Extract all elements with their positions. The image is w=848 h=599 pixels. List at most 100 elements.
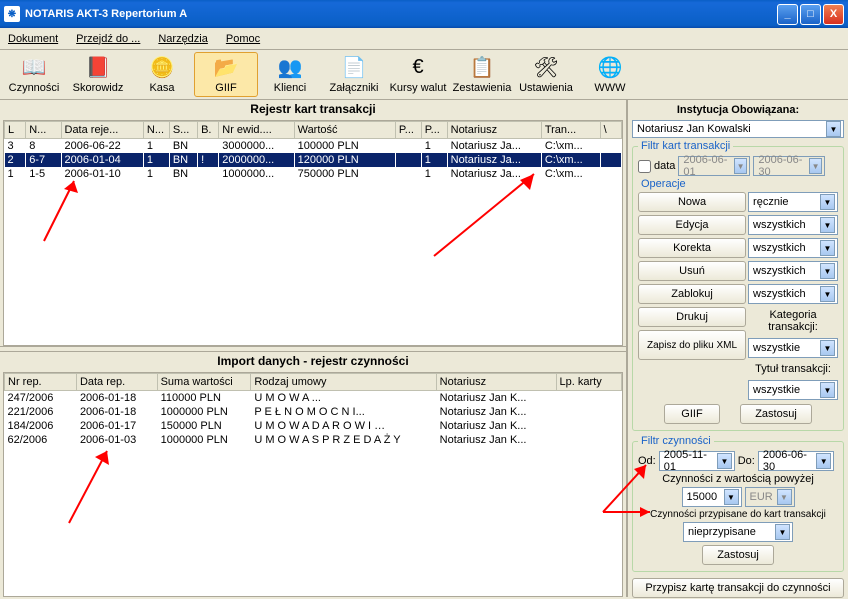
currency-select[interactable]: EUR▼ [745, 487, 795, 507]
załączniki-icon: 📄 [342, 56, 366, 80]
delete-button[interactable]: Usuń [638, 261, 746, 281]
title-label: Tytuł transakcji: [748, 363, 838, 375]
col-header[interactable]: Tran... [541, 122, 600, 139]
trans-filter-group: Filtr kart transakcji data 2006-06-01▼ 2… [632, 140, 844, 431]
col-header[interactable]: Notariusz [436, 373, 556, 390]
date-from[interactable]: 2006-06-01▼ [678, 156, 750, 176]
activity-filter-group: Filtr czynności Od: 2005-11-01▼ Do: 2006… [632, 435, 844, 572]
date-checkbox[interactable] [638, 160, 651, 173]
date-to[interactable]: 2006-06-30▼ [753, 156, 825, 176]
toolbar-klienci[interactable]: 👥Klienci [258, 52, 322, 97]
toolbar-giif[interactable]: 📂GIIF [194, 52, 258, 97]
correct-button[interactable]: Korekta [638, 238, 746, 258]
klienci-icon: 👥 [278, 56, 302, 80]
from-label: Od: [638, 455, 656, 467]
col-header[interactable]: \ [600, 122, 621, 139]
filter-c2[interactable]: wszystkich▼ [748, 215, 838, 235]
menu-item[interactable]: Narzędzia [158, 33, 208, 45]
toolbar-www[interactable]: 🌐WWW [578, 52, 642, 97]
activity-filter-legend: Filtr czynności [638, 435, 714, 447]
toolbar-kursy walut[interactable]: €Kursy walut [386, 52, 450, 97]
trans-filter-legend: Filtr kart transakcji [638, 140, 733, 152]
save-xml-button[interactable]: Zapisz do pliku XML [638, 330, 746, 360]
table-row[interactable]: 247/20062006-01-18110000 PLNU M O W A ..… [5, 390, 622, 405]
assigned-select[interactable]: nieprzypisane▼ [683, 522, 793, 542]
col-header[interactable]: Data rep. [76, 373, 157, 390]
category-label: Kategoria transakcji: [748, 309, 838, 333]
col-header[interactable]: L [5, 122, 26, 139]
filter-c4[interactable]: wszystkich▼ [748, 261, 838, 281]
toolbar-zestawienia[interactable]: 📋Zestawienia [450, 52, 514, 97]
institution-select[interactable]: Notariusz Jan Kowalski▼ [632, 120, 844, 138]
toolbar-ustawienia[interactable]: 🛠Ustawienia [514, 52, 578, 97]
col-header[interactable]: Lp. karty [556, 373, 621, 390]
col-header[interactable]: Data reje... [61, 122, 143, 139]
titlebar: ❋ NOTARIS AKT-3 Repertorium A _ □ X [0, 0, 848, 28]
col-header[interactable]: Wartość [294, 122, 395, 139]
col-header[interactable]: N... [26, 122, 61, 139]
institution-label: Instytucja Obowiązana: [632, 104, 844, 116]
col-header[interactable]: Nr rep. [5, 373, 77, 390]
table-row[interactable]: 26-72006-01-041BN!2000000...120000 PLN1N… [5, 153, 622, 167]
to-date[interactable]: 2006-06-30▼ [758, 451, 834, 471]
col-header[interactable]: Rodzaj umowy [251, 373, 436, 390]
kasa-icon: 🪙 [150, 56, 174, 80]
col-header[interactable]: P... [395, 122, 421, 139]
table-row[interactable]: 221/20062006-01-181000000 PLNP E Ł N O M… [5, 405, 622, 419]
edit-button[interactable]: Edycja [638, 215, 746, 235]
menu-item[interactable]: Pomoc [226, 33, 260, 45]
toolbar-skorowidz[interactable]: 📕Skorowidz [66, 52, 130, 97]
menu-item[interactable]: Przejdź do ... [76, 33, 140, 45]
top-panel-title: Rejestr kart transakcji [0, 100, 626, 120]
minimize-button[interactable]: _ [777, 4, 798, 25]
col-header[interactable]: S... [169, 122, 197, 139]
assigned-label: Czynności przypisane do kart transakcji [638, 509, 838, 520]
giif-icon: 📂 [214, 56, 238, 80]
toolbar: 📖Czynności📕Skorowidz🪙Kasa📂GIIF👥Klienci📄Z… [0, 50, 848, 100]
menu-item[interactable]: Dokument [8, 33, 58, 45]
toolbar-czynności[interactable]: 📖Czynności [2, 52, 66, 97]
category-select[interactable]: wszystkie▼ [748, 338, 838, 358]
transactions-grid[interactable]: LN...Data reje...N...S...B.Nr ewid....Wa… [3, 120, 623, 346]
value-input[interactable]: 15000▼ [682, 487, 742, 507]
col-header[interactable]: P... [421, 122, 447, 139]
title-select[interactable]: wszystkie▼ [748, 380, 838, 400]
window-title: NOTARIS AKT-3 Repertorium A [25, 8, 187, 20]
operations-label: Operacje [638, 178, 838, 190]
assign-button[interactable]: Przypisz kartę transakcji do czynności [632, 578, 844, 598]
date-label: data [654, 160, 675, 172]
table-row[interactable]: 11-52006-01-101BN1000000...750000 PLN1No… [5, 167, 622, 181]
skorowidz-icon: 📕 [86, 56, 110, 80]
menubar: Dokument Przejdź do ... Narzędzia Pomoc [0, 28, 848, 50]
apply-button[interactable]: Zastosuj [740, 404, 812, 424]
kursy walut-icon: € [406, 56, 430, 80]
col-header[interactable]: Suma wartości [157, 373, 251, 390]
maximize-button[interactable]: □ [800, 4, 821, 25]
from-date[interactable]: 2005-11-01▼ [659, 451, 735, 471]
close-button[interactable]: X [823, 4, 844, 25]
col-header[interactable]: Nr ewid.... [219, 122, 294, 139]
col-header[interactable]: Notariusz [447, 122, 541, 139]
table-row[interactable]: 382006-06-221BN3000000...100000 PLN1Nota… [5, 139, 622, 154]
table-row[interactable]: 184/20062006-01-17150000 PLNU M O W A D … [5, 419, 622, 433]
filter-c3[interactable]: wszystkich▼ [748, 238, 838, 258]
print-button[interactable]: Drukuj [638, 307, 746, 327]
toolbar-załączniki[interactable]: 📄Załączniki [322, 52, 386, 97]
block-button[interactable]: Zablokuj [638, 284, 746, 304]
apply2-button[interactable]: Zastosuj [702, 545, 774, 565]
app-icon: ❋ [4, 6, 20, 22]
new-button[interactable]: Nowa [638, 192, 746, 212]
czynności-icon: 📖 [22, 56, 46, 80]
bottom-panel-title: Import danych - rejestr czynności [0, 352, 626, 372]
col-header[interactable]: B. [198, 122, 219, 139]
www-icon: 🌐 [598, 56, 622, 80]
activities-grid[interactable]: Nr rep.Data rep.Suma wartościRodzaj umow… [3, 372, 623, 598]
col-header[interactable]: N... [143, 122, 169, 139]
filter-c5[interactable]: wszystkich▼ [748, 284, 838, 304]
to-label: Do: [738, 455, 755, 467]
ustawienia-icon: 🛠 [534, 56, 558, 80]
giif-button[interactable]: GIIF [664, 404, 720, 424]
table-row[interactable]: 62/20062006-01-031000000 PLNU M O W A S … [5, 433, 622, 447]
filter-c1[interactable]: ręcznie▼ [748, 192, 838, 212]
toolbar-kasa[interactable]: 🪙Kasa [130, 52, 194, 97]
